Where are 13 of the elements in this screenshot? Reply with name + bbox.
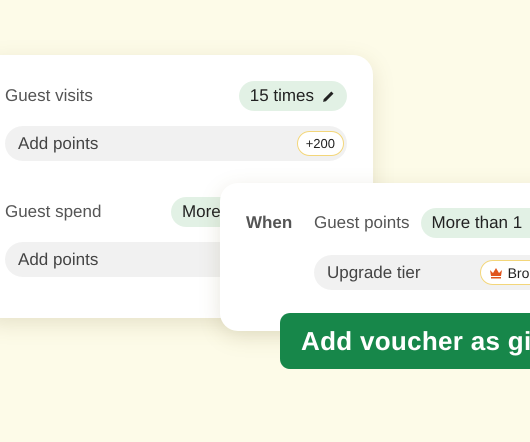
condition-chip[interactable]: More than 1 [421, 208, 530, 238]
tier-badge: Bro [480, 260, 530, 285]
pencil-icon[interactable] [322, 90, 335, 102]
rule-label: Guest spend [5, 202, 102, 222]
when-label: When [246, 213, 294, 233]
points-badge: +200 [296, 131, 344, 156]
action-pill[interactable]: Upgrade tier Bro [314, 255, 530, 290]
condition-label: Guest points [314, 213, 410, 233]
condition-chip[interactable]: 15 times [238, 81, 347, 111]
add-voucher-button[interactable]: Add voucher as gi [280, 313, 530, 369]
action-pill[interactable]: Add points +200 [5, 126, 347, 161]
rule-label: Guest visits [5, 86, 93, 106]
crown-icon [488, 266, 503, 278]
